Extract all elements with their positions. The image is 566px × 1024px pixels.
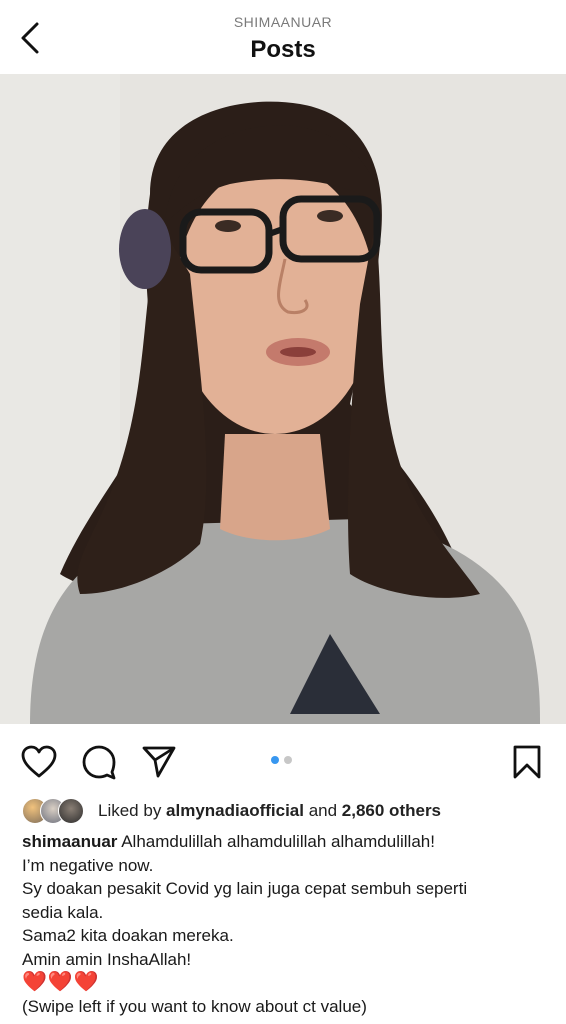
save-button[interactable] [507,742,547,782]
caption-line: Amin amin InshaAllah! [22,949,192,969]
likes-conjunction: and [303,801,342,820]
bookmark-icon [513,745,541,779]
caption-line: I’m negative now. [22,855,154,875]
avatar [58,798,84,824]
caption-line: shimaanuar Alhamdulillah alhamdulillah a… [22,830,552,854]
post-action-bar [0,736,566,786]
share-button[interactable] [139,742,179,782]
like-button[interactable] [19,742,59,782]
caption-line: sedia kala. [22,902,104,922]
comment-button[interactable] [79,742,119,782]
likes-others-count[interactable]: 2,860 others [342,801,441,820]
caption-username[interactable]: shimaanuar [22,832,117,851]
likes-row[interactable]: Liked by almynadiaofficial and 2,860 oth… [22,797,441,825]
caption-line: Sama2 kita doakan mereka. [22,926,234,945]
likes-summary: Liked by almynadiaofficial and 2,860 oth… [98,801,441,821]
caption-text: Alhamdulillah alhamdulillah alhamdulilla… [117,832,435,851]
header-username: SHIMAANUAR [233,14,333,30]
caption-line: Sy doakan pesakit Covid yg lain juga cep… [22,879,468,898]
carousel-dot-active [271,756,279,764]
caption-hearts: ❤️❤️❤️ [22,971,100,993]
paper-plane-icon [142,746,176,778]
top-bar: SHIMAANUAR Posts [0,0,566,75]
photo-illustration [0,74,566,724]
caption-line: (Swipe left if you want to know about ct… [22,996,367,1016]
page-title: Posts [250,36,316,63]
liker-avatars [22,798,92,824]
carousel-indicator [271,756,292,764]
post-caption: shimaanuar Alhamdulillah alhamdulillah a… [22,830,552,1018]
comment-bubble-icon [82,745,116,780]
post-photo[interactable] [0,74,566,724]
carousel-dot [284,756,292,764]
liked-by-username[interactable]: almynadiaofficial [166,801,304,820]
liked-by-label: Liked by [98,801,167,820]
heart-outline-icon [21,745,57,778]
